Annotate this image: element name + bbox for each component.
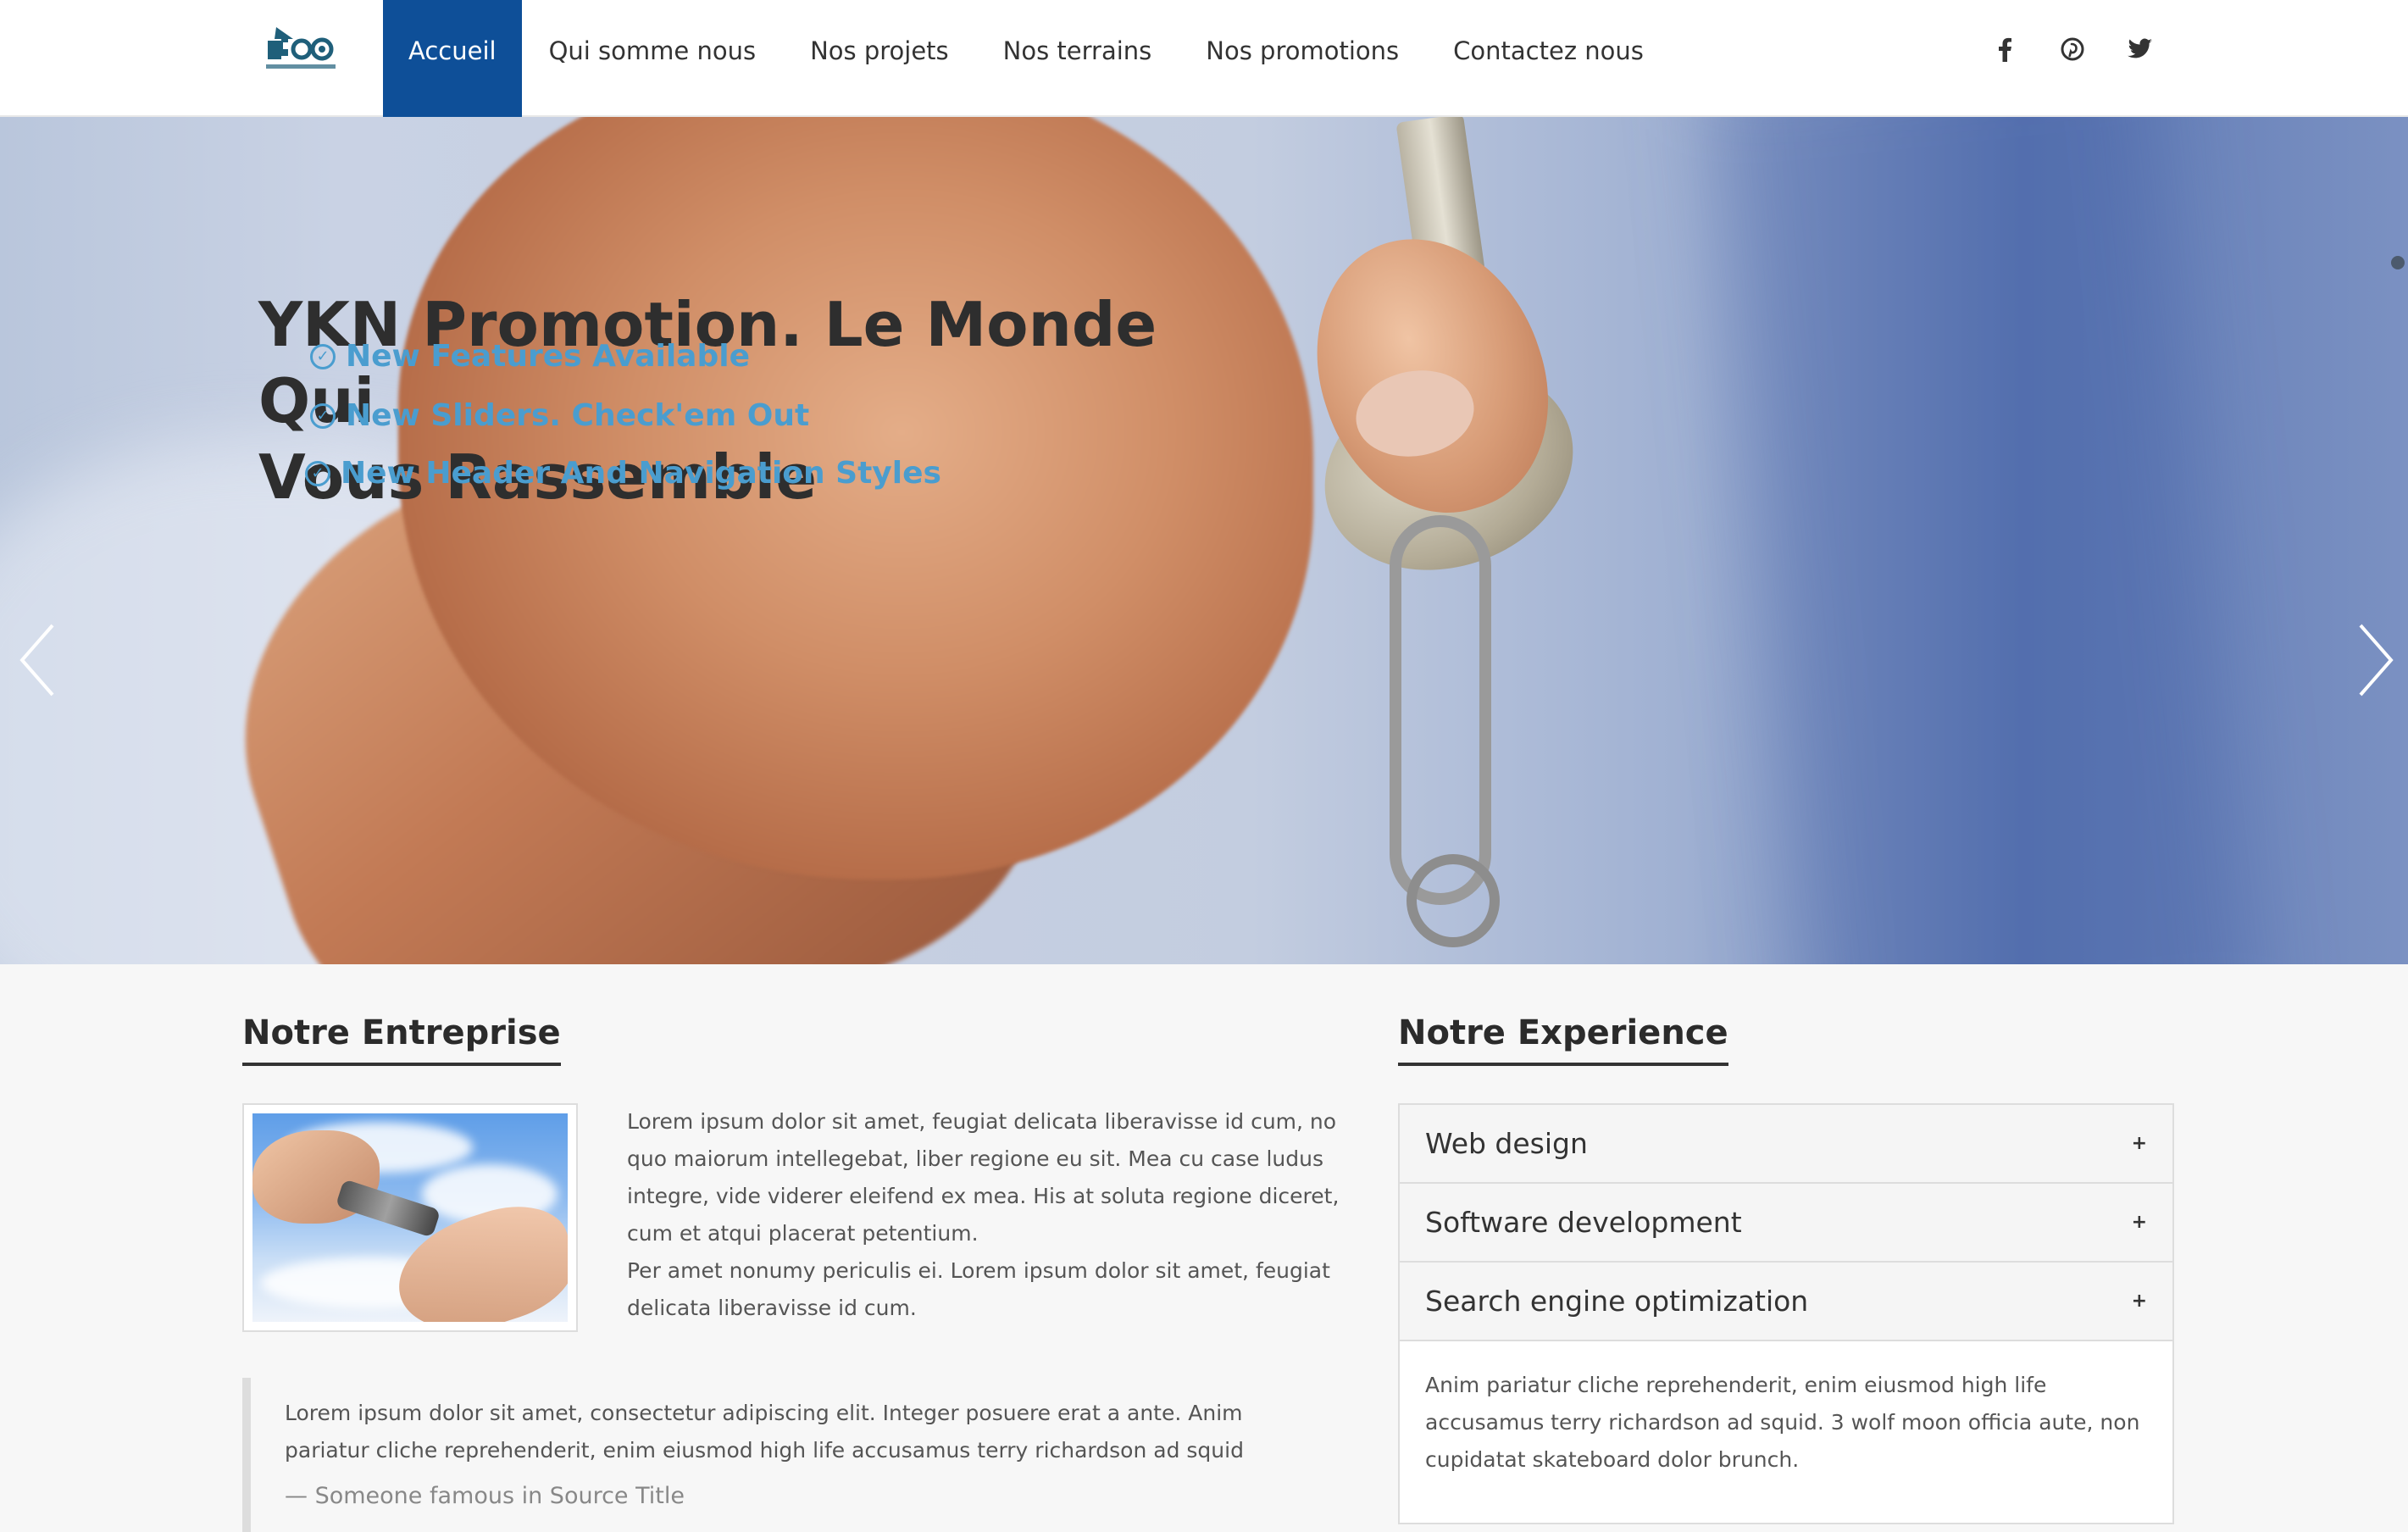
blockquote: Lorem ipsum dolor sit amet, consectetur … <box>242 1378 1344 1532</box>
site-header: Accueil Qui somme nous Nos projets Nos t… <box>0 0 2408 117</box>
company-paragraph-2: Per amet nonumy periculis ei. Lorem ipsu… <box>627 1258 1330 1320</box>
accordion-item-web-design[interactable]: Web design + <box>1400 1105 2172 1184</box>
accordion-item-label: Software development <box>1425 1206 1742 1239</box>
accordion-item-label: Search engine optimization <box>1425 1285 1809 1318</box>
pinterest-icon[interactable] <box>2056 32 2089 66</box>
slide-feature-label: New Header And Navigation Styles <box>341 456 941 491</box>
company-paragraph-1: Lorem ipsum dolor sit amet, feugiat deli… <box>627 1109 1340 1246</box>
slide-feature-label: New Features Available <box>346 339 750 374</box>
plus-icon: + <box>2131 1133 2147 1154</box>
site-logo[interactable] <box>264 24 337 75</box>
main-nav: Accueil Qui somme nous Nos projets Nos t… <box>383 0 1671 117</box>
slide-feature-3: ✓ New Header And Navigation Styles <box>305 456 941 491</box>
nav-item-nos-promotions[interactable]: Nos promotions <box>1179 0 1426 117</box>
keys-handover-photo <box>252 1113 568 1322</box>
experience-accordion: Web design + Software development + Sear… <box>1398 1103 2174 1524</box>
chevron-right-icon <box>2359 624 2394 697</box>
twitter-icon[interactable] <box>2123 32 2157 66</box>
accordion-open-panel: Anim pariatur cliche reprehenderit, enim… <box>1400 1341 2172 1523</box>
logo-icon <box>266 27 336 69</box>
company-section-title: Notre Entreprise <box>242 1013 561 1066</box>
nav-item-contactez-nous[interactable]: Contactez nous <box>1426 0 1671 117</box>
quote-text: Lorem ipsum dolor sit amet, consectetur … <box>285 1401 1244 1463</box>
slide-feature-1: ✓ New Features Available <box>310 339 750 374</box>
slide-background-shade <box>1710 117 2255 964</box>
slider-next-arrow[interactable] <box>2349 622 2400 698</box>
experience-section-title: Notre Experience <box>1398 1013 1728 1066</box>
accordion-item-search-engine-optimization[interactable]: Search engine optimization + <box>1400 1263 2172 1341</box>
check-circle-icon: ✓ <box>305 460 330 486</box>
company-image <box>242 1103 578 1332</box>
check-circle-icon: ✓ <box>310 343 336 369</box>
slide-photo-tag-ring <box>1407 854 1500 947</box>
check-circle-icon: ✓ <box>310 402 336 429</box>
slide-feature-label: New Sliders. Check'em Out <box>346 398 810 433</box>
slide-photo-keyring <box>1390 515 1491 905</box>
nav-item-accueil[interactable]: Accueil <box>383 0 522 117</box>
hero-slider: YKN Promotion. Le Monde Qui Vous Rassemb… <box>0 117 2408 964</box>
accordion-item-software-development[interactable]: Software development + <box>1400 1184 2172 1263</box>
quote-source: — Someone famous in Source Title <box>285 1483 685 1509</box>
plus-icon: + <box>2131 1212 2147 1233</box>
accordion-item-label: Web design <box>1425 1127 1588 1160</box>
facebook-icon[interactable] <box>1988 32 2022 66</box>
chevron-left-icon <box>19 624 54 697</box>
company-description: Lorem ipsum dolor sit amet, feugiat deli… <box>627 1103 1347 1327</box>
nav-item-nos-terrains[interactable]: Nos terrains <box>976 0 1179 117</box>
plus-icon: + <box>2131 1291 2147 1312</box>
nav-item-qui-somme-nous[interactable]: Qui somme nous <box>522 0 784 117</box>
slide-feature-2: ✓ New Sliders. Check'em Out <box>310 398 809 433</box>
slider-prev-arrow[interactable] <box>14 622 64 698</box>
slider-indicator-dot <box>2391 256 2405 269</box>
nav-item-nos-projets[interactable]: Nos projets <box>783 0 976 117</box>
